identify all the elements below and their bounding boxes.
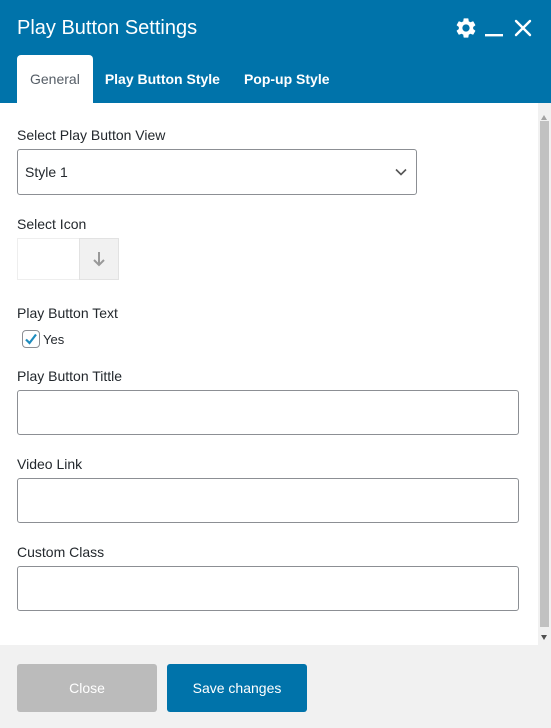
close-button[interactable]: Close [17,664,157,712]
dialog-footer: Close Save changes [0,645,551,728]
gear-icon[interactable] [454,16,478,40]
play-button-view-label: Select Play Button View [17,127,166,143]
video-link-label: Video Link [17,456,83,472]
tab-general[interactable]: General [17,55,93,103]
play-button-text-checkbox[interactable] [22,330,40,348]
scroll-up-arrow-icon[interactable] [541,115,547,120]
save-changes-button[interactable]: Save changes [167,664,307,712]
play-button-view-value: Style 1 [25,164,68,180]
play-button-title-input[interactable] [17,390,519,435]
arrow-down-icon [93,252,105,267]
close-icon[interactable] [511,16,535,40]
minimize-icon[interactable] [482,16,506,40]
play-button-text-label: Play Button Text [17,305,118,321]
tab-popup-style[interactable]: Pop-up Style [232,55,342,103]
icon-picker-button[interactable] [79,238,119,280]
scrollbar[interactable] [538,103,551,645]
dialog-title: Play Button Settings [17,17,198,39]
custom-class-input[interactable] [17,566,519,611]
custom-class-label: Custom Class [17,544,105,560]
play-button-view-select[interactable]: Style 1 [17,149,417,195]
icon-preview [17,238,79,280]
video-link-input[interactable] [17,478,519,523]
tab-bar: General Play Button Style Pop-up Style [17,55,342,103]
scrollbar-thumb[interactable] [540,121,549,627]
tab-play-button-style[interactable]: Play Button Style [93,55,232,103]
play-button-text-checkbox-label: Yes [43,331,65,347]
play-button-title-label: Play Button Tittle [17,368,123,384]
chevron-down-icon [395,168,407,176]
checkmark-icon [25,333,37,345]
select-icon-label: Select Icon [17,216,87,232]
settings-form: Select Play Button View Style 1 Select I… [0,103,538,645]
scroll-down-arrow-icon[interactable] [541,635,547,640]
dialog-header: Play Button Settings General Play Button… [0,0,551,103]
icon-picker [17,238,119,280]
play-button-text-checkbox-row[interactable]: Yes [22,330,64,348]
